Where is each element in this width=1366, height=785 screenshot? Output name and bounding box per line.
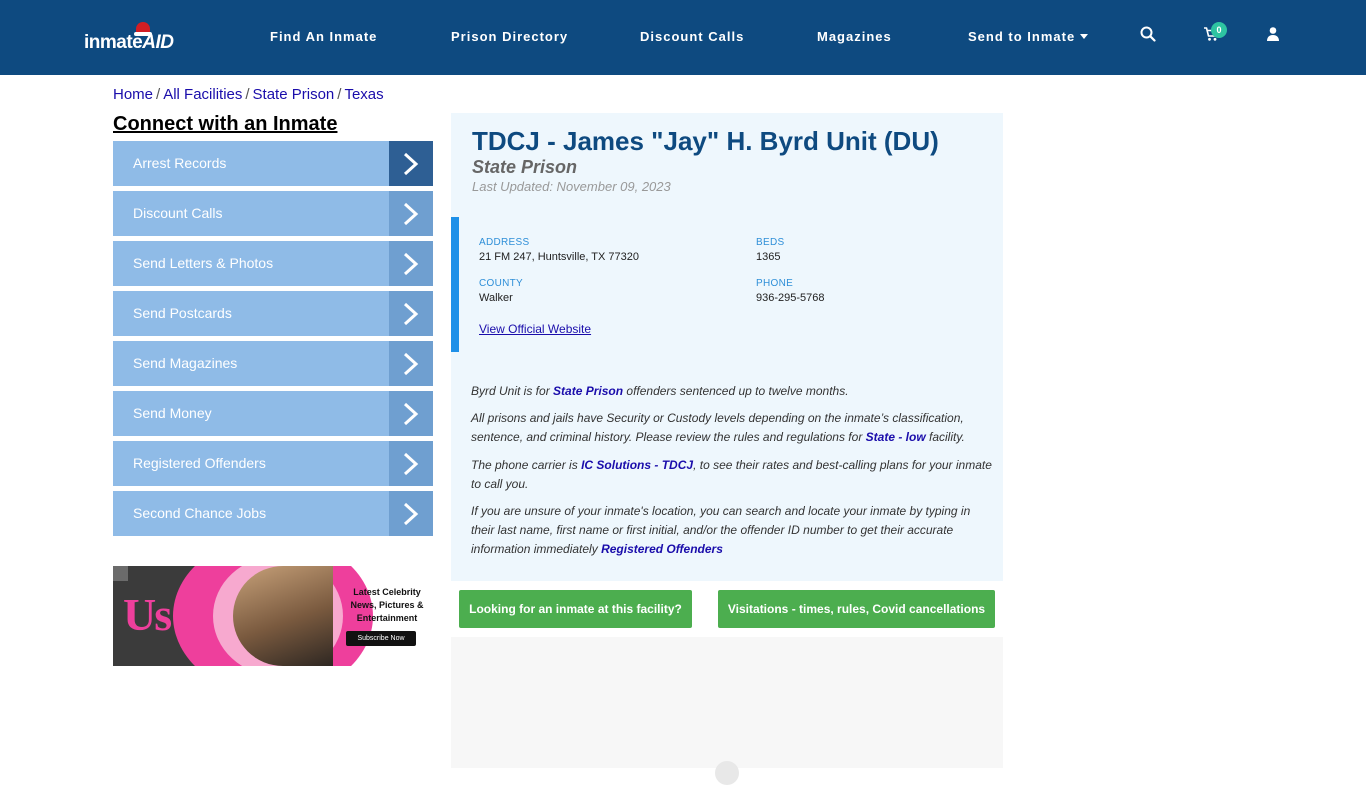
sidebar-item-label: Discount Calls (133, 205, 223, 221)
chevron-down-icon (1080, 34, 1089, 39)
loading-spinner-icon (715, 761, 739, 785)
map-placeholder (451, 637, 1003, 785)
ad-brand-logo: Us (123, 589, 172, 640)
chevron-right-icon (389, 191, 433, 236)
sidebar-item-label: Arrest Records (133, 155, 227, 171)
ad-subscribe-button[interactable]: Subscribe Now (346, 631, 416, 646)
facility-title: TDCJ - James "Jay" H. Byrd Unit (DU) (472, 126, 939, 156)
us-weekly-ad-banner[interactable]: Us Latest Celebrity News, Pictures & Ent… (113, 566, 433, 666)
description-paragraph-1: Byrd Unit is for State Prison offenders … (471, 382, 996, 401)
chevron-right-icon (389, 441, 433, 486)
chevron-right-icon (389, 291, 433, 336)
phone-label: PHONE (756, 278, 794, 289)
sidebar-item-send-postcards[interactable]: Send Postcards (113, 291, 433, 336)
description-paragraph-3: The phone carrier is IC Solutions - TDCJ… (471, 456, 996, 494)
info-accent-bar (451, 217, 459, 352)
nav-magazines[interactable]: Magazines (817, 29, 892, 44)
logo-text-main: inmate (84, 32, 143, 53)
desc-text: Byrd Unit is for (471, 384, 554, 398)
top-navigation-bar: inmateAID Find An Inmate Prison Director… (0, 0, 1366, 75)
desc-text: The phone carrier is (471, 458, 582, 472)
sidebar-item-send-money[interactable]: Send Money (113, 391, 433, 436)
ad-corner-marker (113, 566, 128, 581)
breadcrumb-separator: / (245, 86, 250, 103)
inmateaid-logo[interactable]: inmateAID (84, 22, 184, 56)
nav-discount-calls[interactable]: Discount Calls (640, 29, 744, 44)
desc-text: offenders sentenced up to twelve months. (623, 384, 849, 398)
view-official-website-link[interactable]: View Official Website (479, 322, 591, 336)
address-value: 21 FM 247, Huntsville, TX 77320 (479, 251, 639, 263)
cart-count-badge: 0 (1211, 22, 1227, 38)
nav-prison-directory[interactable]: Prison Directory (451, 29, 568, 44)
chevron-right-icon (389, 341, 433, 386)
nav-find-an-inmate[interactable]: Find An Inmate (270, 29, 377, 44)
user-icon[interactable] (1265, 26, 1283, 44)
breadcrumb-separator: / (156, 86, 161, 103)
sidebar-item-arrest-records[interactable]: Arrest Records (113, 141, 433, 186)
registered-offenders-link[interactable]: Registered Offenders (601, 542, 723, 556)
breadcrumb: Home / All Facilities / State Prison / Texas (113, 86, 384, 103)
search-icon[interactable] (1140, 26, 1158, 44)
sidebar-item-registered-offenders[interactable]: Registered Offenders (113, 441, 433, 486)
nav-send-to-inmate[interactable]: Send to Inmate (968, 29, 1089, 44)
ad-celebrity-photo (233, 566, 333, 666)
inmate-search-button[interactable]: Looking for an inmate at this facility? (459, 590, 692, 628)
chevron-right-icon (389, 391, 433, 436)
sidebar-item-send-magazines[interactable]: Send Magazines (113, 341, 433, 386)
sidebar-item-label: Send Magazines (133, 355, 238, 371)
state-prison-link[interactable]: State Prison (553, 384, 623, 398)
beds-value: 1365 (756, 251, 781, 263)
sidebar-item-label: Registered Offenders (133, 455, 266, 471)
facility-type: State Prison (472, 157, 578, 177)
visitation-button[interactable]: Visitations - times, rules, Covid cancel… (718, 590, 995, 628)
desc-text: facility. (925, 430, 965, 444)
sidebar-item-label: Send Money (133, 405, 212, 421)
chevron-right-icon (389, 141, 433, 186)
ad-tagline: Latest Celebrity News, Pictures & Entert… (350, 587, 424, 623)
breadcrumb-all-facilities[interactable]: All Facilities (163, 86, 242, 103)
breadcrumb-home[interactable]: Home (113, 86, 153, 103)
chevron-right-icon (389, 241, 433, 286)
sidebar-item-label: Second Chance Jobs (133, 505, 267, 521)
nav-send-to-inmate-label: Send to Inmate (968, 29, 1076, 44)
description-paragraph-2: All prisons and jails have Security or C… (471, 409, 996, 447)
sidebar-item-second-chance-jobs[interactable]: Second Chance Jobs (113, 491, 433, 536)
county-label: COUNTY (479, 278, 524, 289)
sidebar-heading: Connect with an Inmate (113, 113, 338, 135)
breadcrumb-separator: / (337, 86, 342, 103)
logo-wordmark: inmateAID (84, 32, 174, 54)
sidebar-item-label: Send Letters & Photos (133, 255, 274, 271)
phone-carrier-link[interactable]: IC Solutions - TDCJ (581, 458, 693, 472)
breadcrumb-state-prison[interactable]: State Prison (253, 86, 335, 103)
sidebar-item-send-letters-photos[interactable]: Send Letters & Photos (113, 241, 433, 286)
last-updated: Last Updated: November 09, 2023 (472, 179, 671, 194)
security-level-link[interactable]: State - low (866, 430, 926, 444)
beds-label: BEDS (756, 237, 785, 248)
phone-value: 936-295-5768 (756, 292, 825, 304)
logo-text-accent: AID (142, 32, 174, 53)
sidebar-item-discount-calls[interactable]: Discount Calls (113, 191, 433, 236)
county-value: Walker (479, 292, 513, 304)
breadcrumb-texas[interactable]: Texas (344, 86, 383, 103)
sidebar-item-label: Send Postcards (133, 305, 232, 321)
chevron-right-icon (389, 491, 433, 536)
sidebar-menu: Arrest Records Discount Calls Send Lette… (113, 141, 433, 541)
description-paragraph-4: If you are unsure of your inmate's locat… (471, 502, 996, 559)
address-label: ADDRESS (479, 237, 530, 248)
